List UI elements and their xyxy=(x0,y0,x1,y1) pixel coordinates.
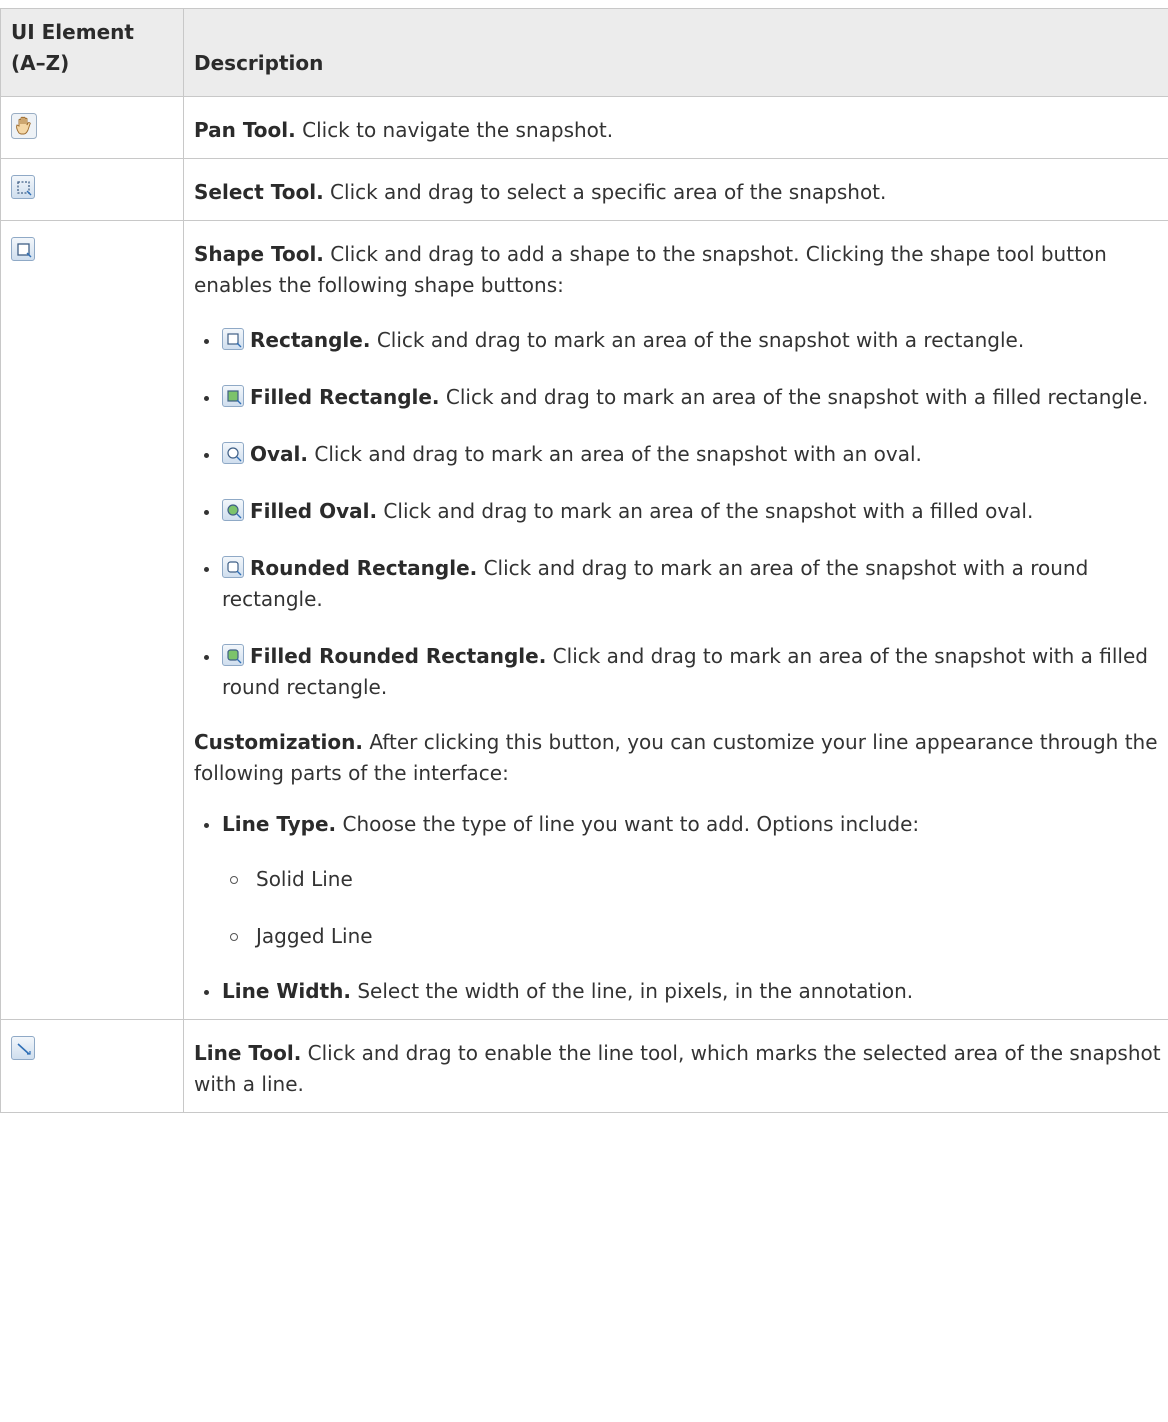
line-type-options: Solid Line Jagged Line xyxy=(222,864,1162,952)
shape-name: Filled Rounded Rectangle. xyxy=(250,644,547,668)
icon-cell xyxy=(0,158,184,221)
list-item: Line Type. Choose the type of line you w… xyxy=(194,809,1162,952)
rounded-rectangle-icon[interactable] xyxy=(222,556,244,578)
option-description: Select the width of the line, in pixels,… xyxy=(357,979,914,1003)
shape-name: Rounded Rectangle. xyxy=(250,556,478,580)
table-row: Select Tool. Click and drag to select a … xyxy=(0,158,1168,221)
table-row: Pan Tool. Click to navigate the snapshot… xyxy=(0,96,1168,159)
icon-cell xyxy=(0,220,184,1020)
oval-icon[interactable] xyxy=(222,442,244,464)
list-item: Filled Rectangle. Click and drag to mark… xyxy=(194,382,1162,413)
list-item: Jagged Line xyxy=(222,921,1162,952)
table-header-row: UI Element (A–Z) Description xyxy=(0,8,1168,97)
list-item: Line Width. Select the width of the line… xyxy=(194,976,1162,1007)
icon-cell xyxy=(0,1019,184,1113)
header-description: Description xyxy=(183,8,1168,97)
select-tool-icon[interactable] xyxy=(11,175,35,199)
table-row: Shape Tool. Click and drag to add a shap… xyxy=(0,220,1168,1020)
filled-rectangle-icon[interactable] xyxy=(222,385,244,407)
option-value: Jagged Line xyxy=(256,924,373,948)
filled-oval-icon[interactable] xyxy=(222,499,244,521)
shape-name: Filled Rectangle. xyxy=(250,385,440,409)
shape-description: Click and drag to mark an area of the sn… xyxy=(383,499,1034,523)
tool-name: Pan Tool. xyxy=(194,118,296,142)
list-item: Rectangle. Click and drag to mark an are… xyxy=(194,325,1162,356)
list-item: Filled Oval. Click and drag to mark an a… xyxy=(194,496,1162,527)
shape-buttons-list: Rectangle. Click and drag to mark an are… xyxy=(194,325,1162,703)
rectangle-icon[interactable] xyxy=(222,328,244,350)
option-description: Choose the type of line you want to add.… xyxy=(342,812,920,836)
option-value: Solid Line xyxy=(256,867,353,891)
table-row: Line Tool. Click and drag to enable the … xyxy=(0,1019,1168,1113)
tool-name: Select Tool. xyxy=(194,180,324,204)
list-item: Rounded Rectangle. Click and drag to mar… xyxy=(194,553,1162,615)
shape-description: Click and drag to mark an area of the sn… xyxy=(314,442,922,466)
header-ui-element: UI Element (A–Z) xyxy=(0,8,184,97)
tool-description: Click and drag to select a specific area… xyxy=(330,180,887,204)
customization-title: Customization. xyxy=(194,730,363,754)
description-cell: Pan Tool. Click to navigate the snapshot… xyxy=(183,96,1168,159)
list-item: Filled Rounded Rectangle. Click and drag… xyxy=(194,641,1162,703)
shape-description: Click and drag to mark an area of the sn… xyxy=(376,328,1025,352)
icon-cell xyxy=(0,96,184,159)
filled-rounded-rectangle-icon[interactable] xyxy=(222,644,244,666)
description-cell: Line Tool. Click and drag to enable the … xyxy=(183,1019,1168,1113)
shape-tool-icon[interactable] xyxy=(11,237,35,261)
description-cell: Shape Tool. Click and drag to add a shap… xyxy=(183,220,1168,1020)
shape-name: Rectangle. xyxy=(250,328,371,352)
shape-description: Click and drag to mark an area of the sn… xyxy=(445,385,1149,409)
option-name: Line Type. xyxy=(222,812,337,836)
customization-list: Line Type. Choose the type of line you w… xyxy=(194,809,1162,1007)
description-cell: Select Tool. Click and drag to select a … xyxy=(183,158,1168,221)
tool-description: Click and drag to enable the line tool, … xyxy=(194,1041,1161,1096)
tool-description: Click to navigate the snapshot. xyxy=(302,118,614,142)
shape-name: Oval. xyxy=(250,442,308,466)
hand-icon[interactable] xyxy=(11,113,37,139)
tool-name: Shape Tool. xyxy=(194,242,324,266)
tool-name: Line Tool. xyxy=(194,1041,302,1065)
tool-description: Click and drag to add a shape to the sna… xyxy=(194,242,1107,297)
list-item: Solid Line xyxy=(222,864,1162,895)
shape-name: Filled Oval. xyxy=(250,499,378,523)
list-item: Oval. Click and drag to mark an area of … xyxy=(194,439,1162,470)
option-name: Line Width. xyxy=(222,979,351,1003)
ui-elements-table: UI Element (A–Z) Description Pan Tool. C… xyxy=(0,8,1168,1113)
line-tool-icon[interactable] xyxy=(11,1036,35,1060)
